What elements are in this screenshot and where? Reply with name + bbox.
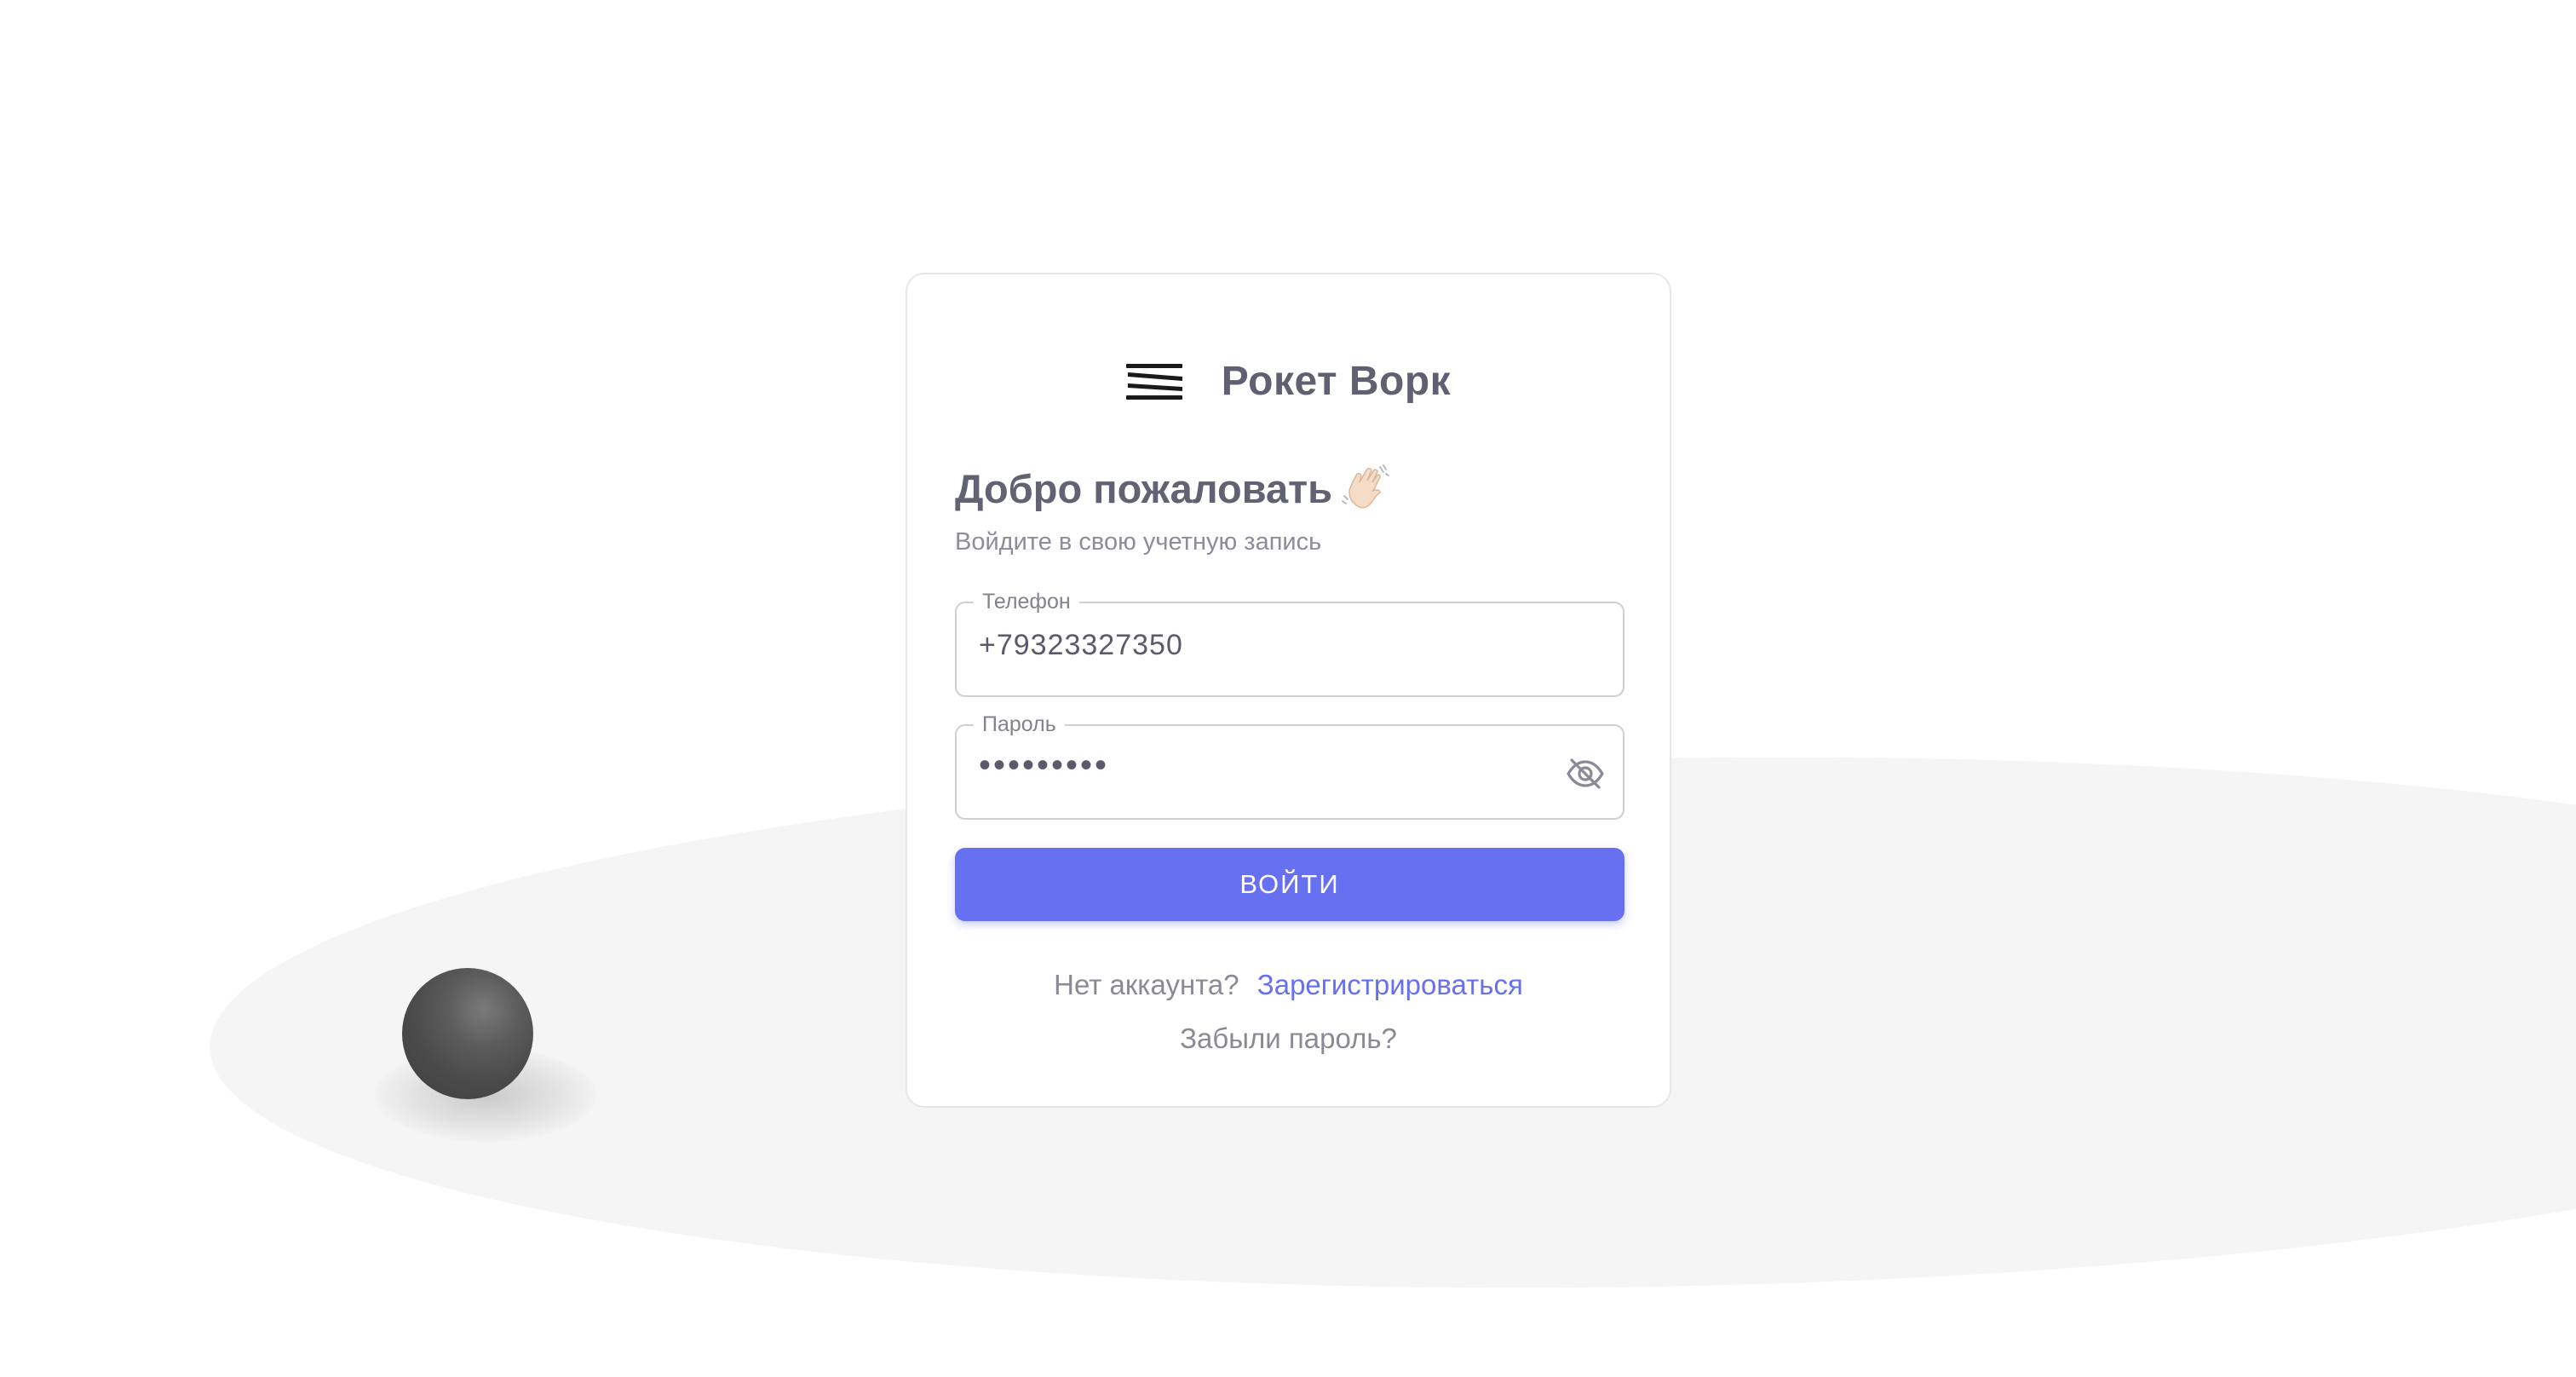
forgot-row: Забыли пароль? [907, 1023, 1670, 1055]
waving-hand-icon [1342, 464, 1390, 509]
phone-input[interactable]: +79323327350 [979, 629, 1183, 662]
page-title: Добро пожаловать [955, 465, 1333, 511]
register-link[interactable]: Зарегистрироваться [1257, 969, 1523, 1000]
forgot-password-link[interactable]: Забыли пароль? [1180, 1023, 1397, 1054]
decorative-sphere [402, 968, 533, 1099]
phone-field-label: Телефон [974, 590, 1079, 614]
eye-off-icon[interactable] [1565, 755, 1606, 792]
phone-field[interactable]: Телефон +79323327350 [955, 590, 1624, 697]
brand-name: Рокет Ворк [1221, 359, 1452, 404]
register-row: Нет аккаунта? Зарегистрироваться [907, 969, 1670, 1001]
page-subtitle: Войдите в свою учетную запись [955, 528, 1322, 556]
welcome-heading: Добро пожаловать [955, 464, 1390, 513]
login-card: Рокет Ворк Добро пожаловать Войдите в св… [906, 273, 1671, 1108]
password-field-label: Пароль [974, 712, 1065, 737]
login-button[interactable]: ВОЙТИ [955, 848, 1624, 921]
register-prompt: Нет аккаунта? [1054, 969, 1239, 1000]
password-input[interactable]: ••••••••• [979, 746, 1109, 785]
stacked-lines-logo-icon [1125, 363, 1182, 400]
brand-header: Рокет Ворк [907, 358, 1670, 405]
page: Рокет Ворк Добро пожаловать Войдите в св… [0, 0, 2576, 1377]
password-field[interactable]: Пароль ••••••••• [955, 712, 1624, 820]
